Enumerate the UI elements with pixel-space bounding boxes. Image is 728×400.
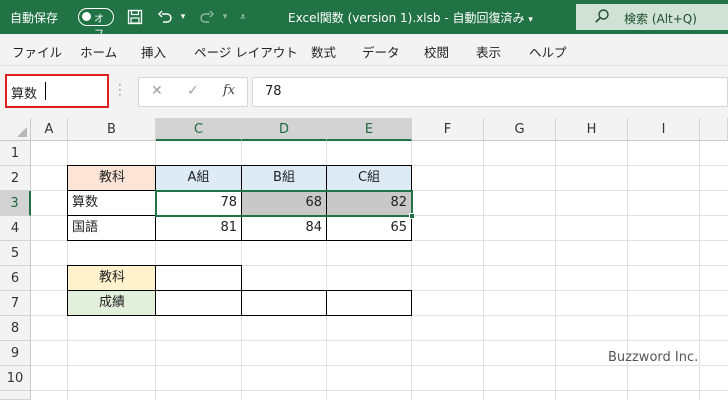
column-header-d[interactable]: D <box>242 118 327 141</box>
row-header-3[interactable]: 3 <box>0 191 31 216</box>
row-header-9[interactable]: 9 <box>0 341 31 366</box>
tab-file[interactable]: ファイル <box>12 42 62 61</box>
column-header-c[interactable]: C <box>156 118 242 141</box>
autosave-toggle[interactable]: オフ <box>78 8 114 40</box>
row-header-10[interactable]: 10 <box>0 366 31 391</box>
selection-range <box>155 190 413 217</box>
table-cell-c[interactable]: 65 <box>326 215 412 241</box>
table-cell-b[interactable]: 84 <box>241 215 327 241</box>
column-header-f[interactable]: F <box>412 118 484 141</box>
redo-icon[interactable] <box>196 6 218 28</box>
tab-help[interactable]: ヘルプ <box>529 42 567 61</box>
search-placeholder: 検索 (Alt+Q) <box>624 12 697 26</box>
fill-handle[interactable] <box>409 213 415 219</box>
row-header-6[interactable]: 6 <box>0 266 31 291</box>
row-header-2[interactable]: 2 <box>0 166 31 191</box>
name-box[interactable]: 算数 <box>5 74 109 108</box>
watermark-text: Buzzword Inc. <box>608 350 699 365</box>
column-header-i[interactable]: I <box>628 118 700 141</box>
column-header-a[interactable]: A <box>31 118 68 141</box>
tab-view[interactable]: 表示 <box>476 42 501 61</box>
search-box[interactable]: 検索 (Alt+Q) <box>576 4 728 30</box>
select-all-button[interactable] <box>0 118 31 141</box>
cancel-icon[interactable]: ✕ <box>151 83 163 99</box>
text-caret <box>45 82 46 100</box>
lookup-subject-input[interactable] <box>155 265 242 291</box>
table-header-group-c[interactable]: C組 <box>326 165 412 191</box>
lookup-score-cell-a[interactable] <box>155 290 242 316</box>
lookup-score-label[interactable]: 成績 <box>67 290 157 316</box>
spreadsheet-grid[interactable]: A B C D E F G H I 1 2 3 4 5 6 7 8 9 10 教… <box>0 118 728 400</box>
document-title[interactable]: Excel関数 (version 1).xlsb - 自動回復済み ▾ <box>288 9 533 26</box>
formula-buttons: ✕ ✓ fx <box>138 77 248 107</box>
row-header-5[interactable]: 5 <box>0 241 31 266</box>
gridline <box>31 340 728 341</box>
formula-value: 78 <box>265 84 282 99</box>
gridline <box>483 141 484 400</box>
column-header-g[interactable]: G <box>484 118 556 141</box>
column-header-e[interactable]: E <box>327 118 412 141</box>
row-header-8[interactable]: 8 <box>0 316 31 341</box>
column-header-h[interactable]: H <box>556 118 628 141</box>
chevron-down-icon: ▾ <box>528 15 533 25</box>
row-header-partial[interactable] <box>0 391 31 400</box>
table-header-subject[interactable]: 教科 <box>67 165 157 191</box>
table-cell-a[interactable]: 81 <box>155 215 242 241</box>
tab-page-layout[interactable]: ページ レイアウト <box>194 42 298 61</box>
save-status: 自動回復済み <box>452 11 525 25</box>
title-bar: 自動保存 オフ ▾ ▾ ⩡ Excel関数 (version 1).xlsb -… <box>0 0 728 40</box>
gridline <box>555 141 556 400</box>
gridline <box>699 141 700 400</box>
table-header-group-a[interactable]: A組 <box>155 165 242 191</box>
search-icon <box>594 8 610 28</box>
ribbon-tabs: ファイル ホーム 挿入 ページ レイアウト 数式 データ 校閲 表示 ヘルプ <box>0 34 728 66</box>
lookup-subject-label[interactable]: 教科 <box>67 265 157 291</box>
more-options-icon[interactable]: · · · <box>118 79 122 101</box>
tab-home[interactable]: ホーム <box>80 42 117 61</box>
name-box-value: 算数 <box>11 87 38 102</box>
lookup-score-cell-c[interactable] <box>326 290 412 316</box>
row-header-1[interactable]: 1 <box>0 141 31 166</box>
table-row-subject[interactable]: 国語 <box>67 215 157 241</box>
select-all-triangle-icon <box>17 127 27 137</box>
gridline <box>31 390 728 391</box>
customize-toolbar-icon[interactable]: ⩡ <box>236 6 250 28</box>
formula-bar: 算数 · · · ✕ ✓ fx 78 <box>0 66 728 118</box>
redo-dropdown-icon[interactable]: ▾ <box>219 6 231 28</box>
tab-review[interactable]: 校閲 <box>424 42 449 61</box>
undo-dropdown-icon[interactable]: ▾ <box>177 6 189 28</box>
toggle-knob <box>82 12 91 21</box>
file-name: Excel関数 (version 1).xlsb <box>288 11 441 25</box>
tab-data[interactable]: データ <box>362 42 400 61</box>
enter-icon[interactable]: ✓ <box>187 83 199 99</box>
undo-icon[interactable] <box>154 6 176 28</box>
tab-insert[interactable]: 挿入 <box>141 42 166 61</box>
column-header-partial[interactable] <box>700 118 728 141</box>
autosave-label: 自動保存 <box>10 11 59 25</box>
lookup-score-cell-b[interactable] <box>241 290 327 316</box>
save-icon[interactable] <box>124 6 146 28</box>
table-header-group-b[interactable]: B組 <box>241 165 327 191</box>
column-header-b[interactable]: B <box>68 118 156 141</box>
tab-formulas[interactable]: 数式 <box>311 42 336 61</box>
row-header-7[interactable]: 7 <box>0 291 31 316</box>
formula-input[interactable]: 78 <box>252 77 728 107</box>
table-row-subject[interactable]: 算数 <box>67 190 157 216</box>
row-header-4[interactable]: 4 <box>0 216 31 241</box>
insert-function-icon[interactable]: fx <box>223 83 235 98</box>
gridline <box>31 365 728 366</box>
